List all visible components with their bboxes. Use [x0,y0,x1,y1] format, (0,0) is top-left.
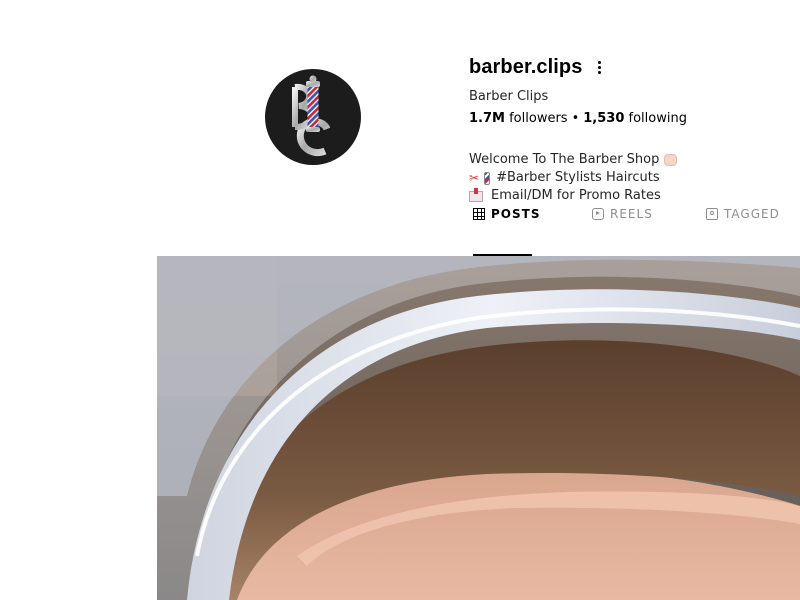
profile-avatar[interactable] [265,69,361,165]
following-count: 1,530 [583,111,625,126]
barber-pole-icon [484,171,491,185]
bio-line-1: Welcome To The Barber Shop [469,151,678,169]
tab-posts-label: POSTS [491,207,541,221]
tab-reels[interactable]: REELS [592,204,653,224]
tab-reels-label: REELS [610,207,653,221]
more-options-icon[interactable] [594,58,604,76]
following-link[interactable]: 1,530 following [583,111,687,126]
username-row: barber.clips [469,55,604,79]
profile-tabs: POSTS REELS TAGGED [473,204,800,256]
stats-separator: • [571,111,580,126]
envelope-icon [469,187,483,202]
bio-line-2: ✂ #Barber Stylists Haircuts [469,169,677,187]
tab-tagged-label: TAGGED [724,207,780,221]
followers-count: 1.7M [469,111,505,126]
followers-link[interactable]: 1.7M followers [469,111,568,126]
following-label: following [628,111,687,126]
bio-text-3: Email/DM for Promo Rates [491,188,661,203]
post-thumbnail[interactable] [157,256,800,600]
bio-line-3: Email/DM for Promo Rates [469,187,677,205]
scissors-icon: ✂ [469,171,480,185]
profile-page: barber.clips Barber Clips 1.7M followers… [0,0,800,600]
profile-bio: Welcome To The Barber Shop ✂ #Barber Sty… [469,151,678,205]
tab-tagged[interactable]: TAGGED [706,204,780,224]
reels-icon [592,208,604,220]
grid-icon [473,208,485,220]
fist-icon [664,154,678,166]
post-photo [157,256,800,600]
profile-username: barber.clips [469,55,583,78]
barber-pole-monogram-logo [292,75,331,156]
bio-text-1: Welcome To The Barber Shop [469,152,660,167]
tab-posts[interactable]: POSTS [473,204,540,224]
profile-full-name: Barber Clips [469,89,549,104]
profile-stats: 1.7M followers • 1,530 following [469,111,687,126]
followers-label: followers [509,111,568,126]
bio-text-2: #Barber Stylists Haircuts [496,170,660,185]
tagged-icon [706,208,718,220]
